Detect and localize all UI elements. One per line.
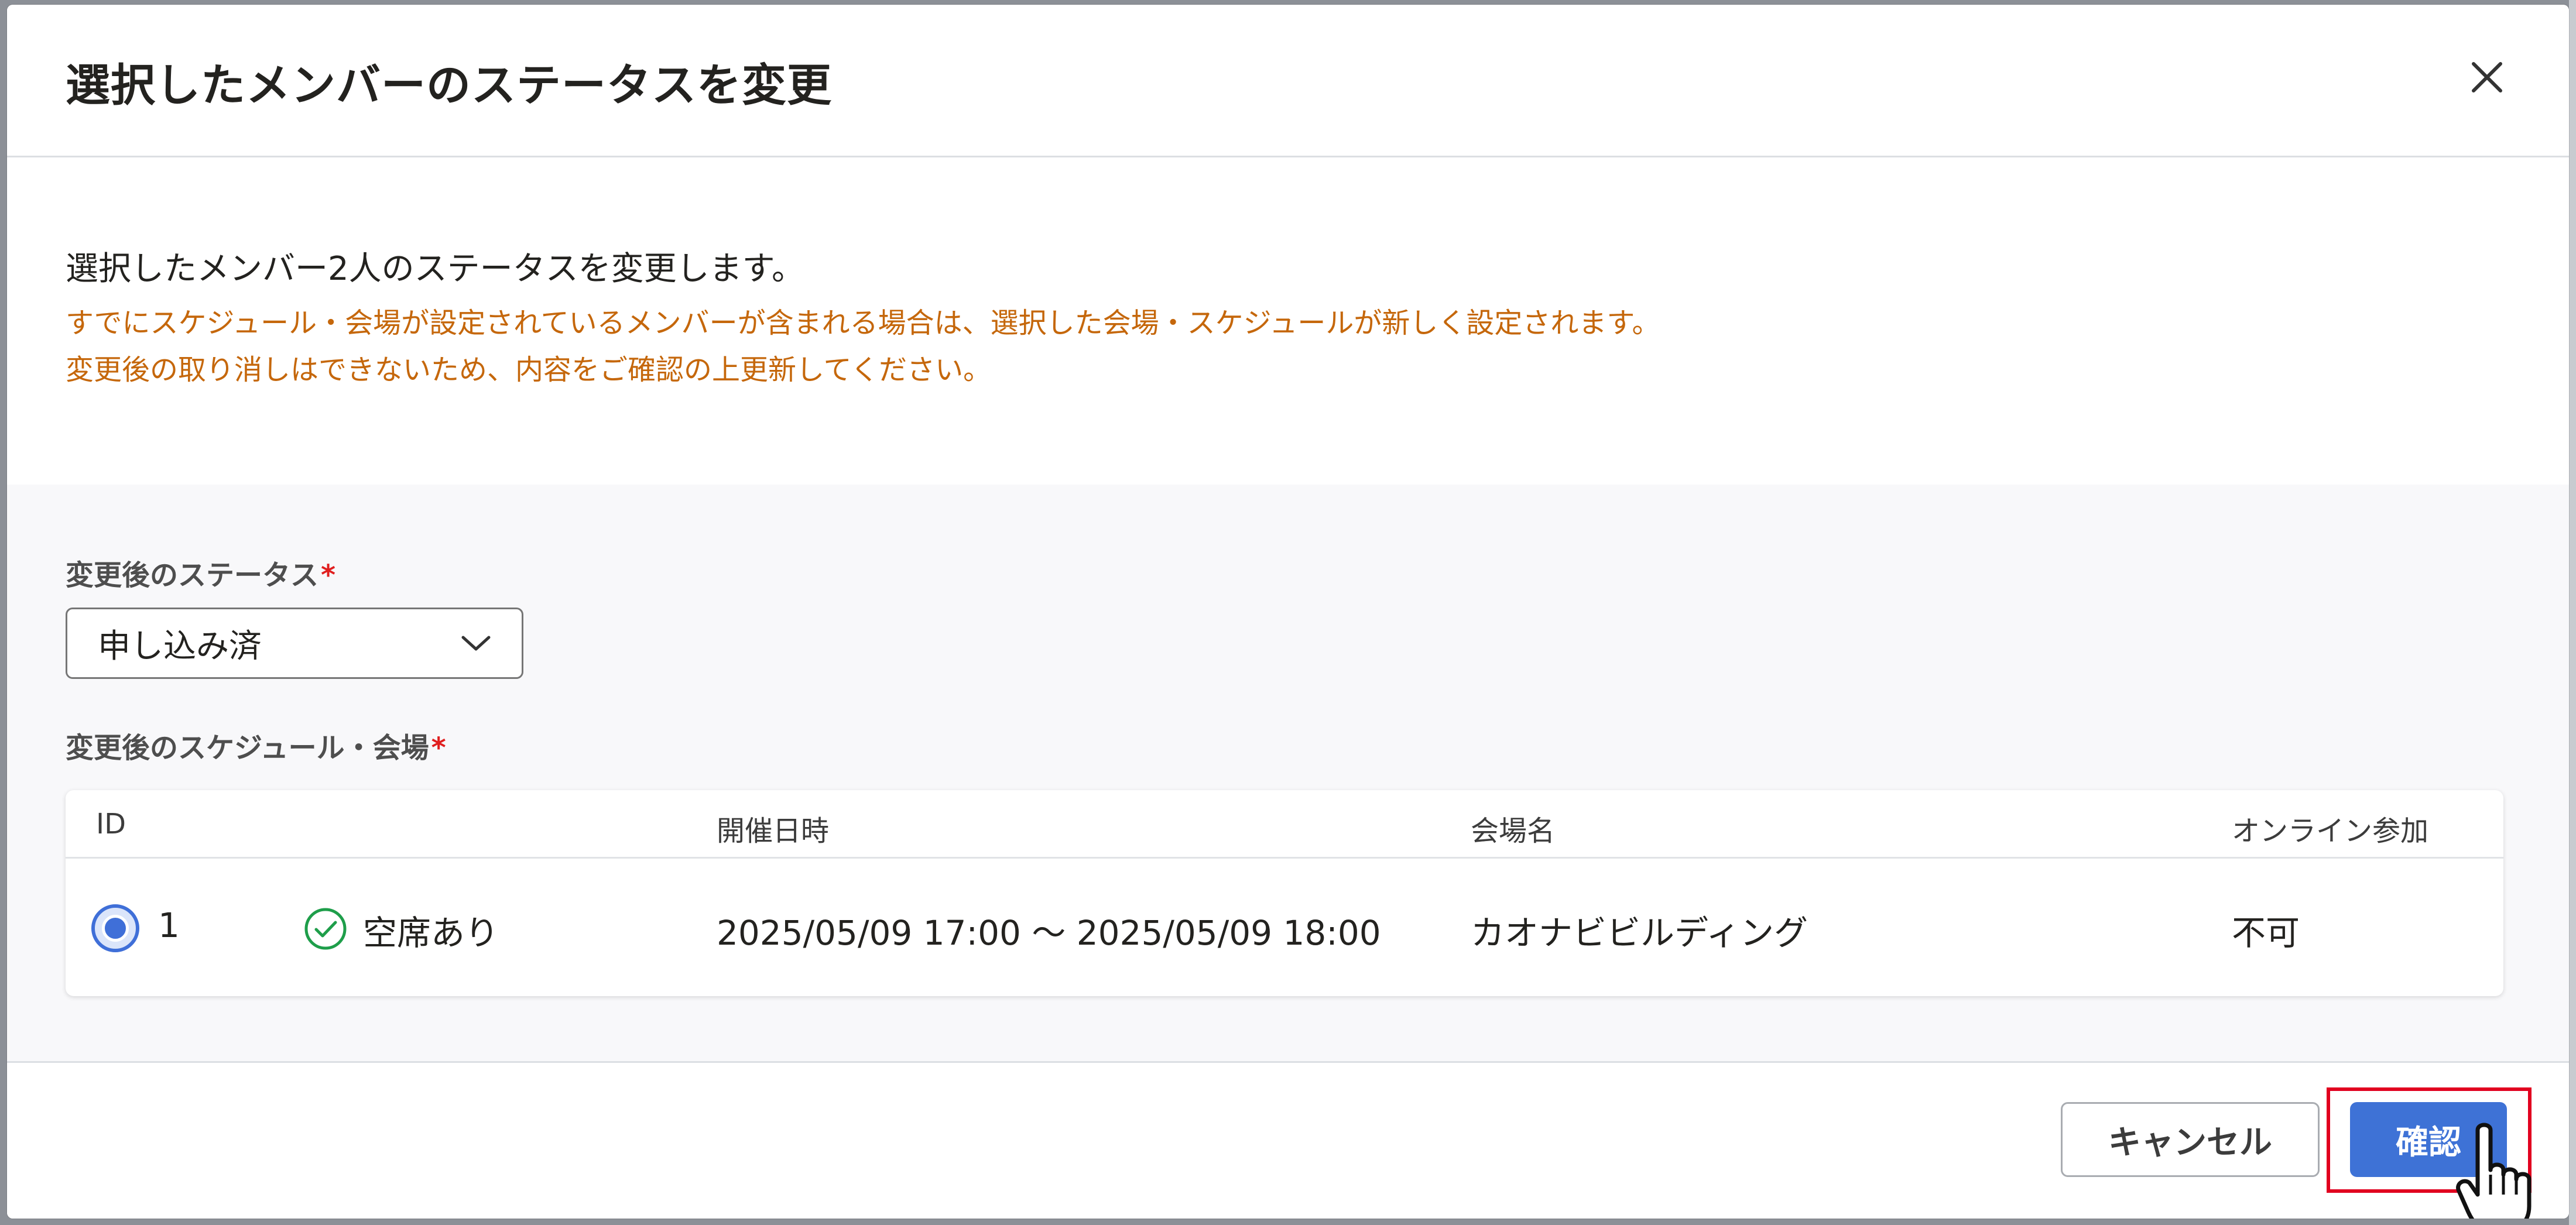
row-datetime: 2025/05/09 17:00 〜 2025/05/09 18:00 xyxy=(717,913,1381,953)
status-change-dialog: 選択したメンバーのステータスを変更 選択したメンバー2人のステータスを変更します… xyxy=(7,5,2569,1219)
close-button[interactable] xyxy=(2464,54,2510,101)
row-online: 不可 xyxy=(2232,913,2300,953)
required-mark: * xyxy=(321,559,336,592)
warning-line-2: 変更後の取り消しはできないため、内容をご確認の上更新してください。 xyxy=(66,354,992,386)
dialog-title: 選択したメンバーのステータスを変更 xyxy=(66,59,832,111)
schedule-field-label: 変更後のスケジュール・会場* xyxy=(66,725,446,766)
row-venue: カオナビビルディング xyxy=(1471,913,1808,953)
table-header: ID 開催日時 会場名 オンライン参加 xyxy=(66,790,2503,859)
dialog-header: 選択したメンバーのステータスを変更 xyxy=(7,5,2569,157)
row-id: 1 xyxy=(158,905,180,945)
schedule-radio-selected[interactable] xyxy=(91,904,139,952)
column-header-id: ID xyxy=(96,808,126,840)
column-header-datetime: 開催日時 xyxy=(717,815,830,847)
column-header-online: オンライン参加 xyxy=(2232,815,2429,847)
dialog-footer: キャンセル 確認 xyxy=(7,1063,2569,1219)
status-select[interactable]: 申し込み済 xyxy=(66,608,523,679)
table-row[interactable]: 1 空席あり 2025/05/09 17:00 〜 2025/05/09 18:… xyxy=(66,859,2503,996)
warning-line-1: すでにスケジュール・会場が設定されているメンバーが含まれる場合は、選択した会場・… xyxy=(66,307,1660,339)
status-field-label-text: 変更後のステータス xyxy=(66,559,319,592)
chevron-down-icon xyxy=(461,636,491,651)
availability-status: 空席あり xyxy=(363,913,499,953)
required-mark: * xyxy=(431,732,446,764)
form-area: 変更後のステータス* 申し込み済 変更後のスケジュール・会場* ID 開催日時 … xyxy=(7,485,2569,1063)
status-field-label: 変更後のステータス* xyxy=(66,552,335,593)
confirm-button[interactable]: 確認 xyxy=(2350,1102,2507,1177)
intro-message: 選択したメンバー2人のステータスを変更します。 xyxy=(66,250,805,288)
radio-dot xyxy=(102,915,129,942)
schedule-field-label-text: 変更後のスケジュール・会場 xyxy=(66,732,429,764)
dialog-intro: 選択したメンバー2人のステータスを変更します。 すでにスケジュール・会場が設定さ… xyxy=(66,245,2510,393)
status-select-value: 申し込み済 xyxy=(98,627,262,665)
schedule-table: ID 開催日時 会場名 オンライン参加 1 空席あり 2025/05/09 17… xyxy=(66,790,2503,996)
column-header-venue: 会場名 xyxy=(1471,815,1556,847)
close-icon xyxy=(2472,62,2502,92)
check-circle-icon xyxy=(304,908,347,950)
background-page-edge xyxy=(2569,0,2576,1225)
cancel-button[interactable]: キャンセル xyxy=(2061,1102,2320,1177)
